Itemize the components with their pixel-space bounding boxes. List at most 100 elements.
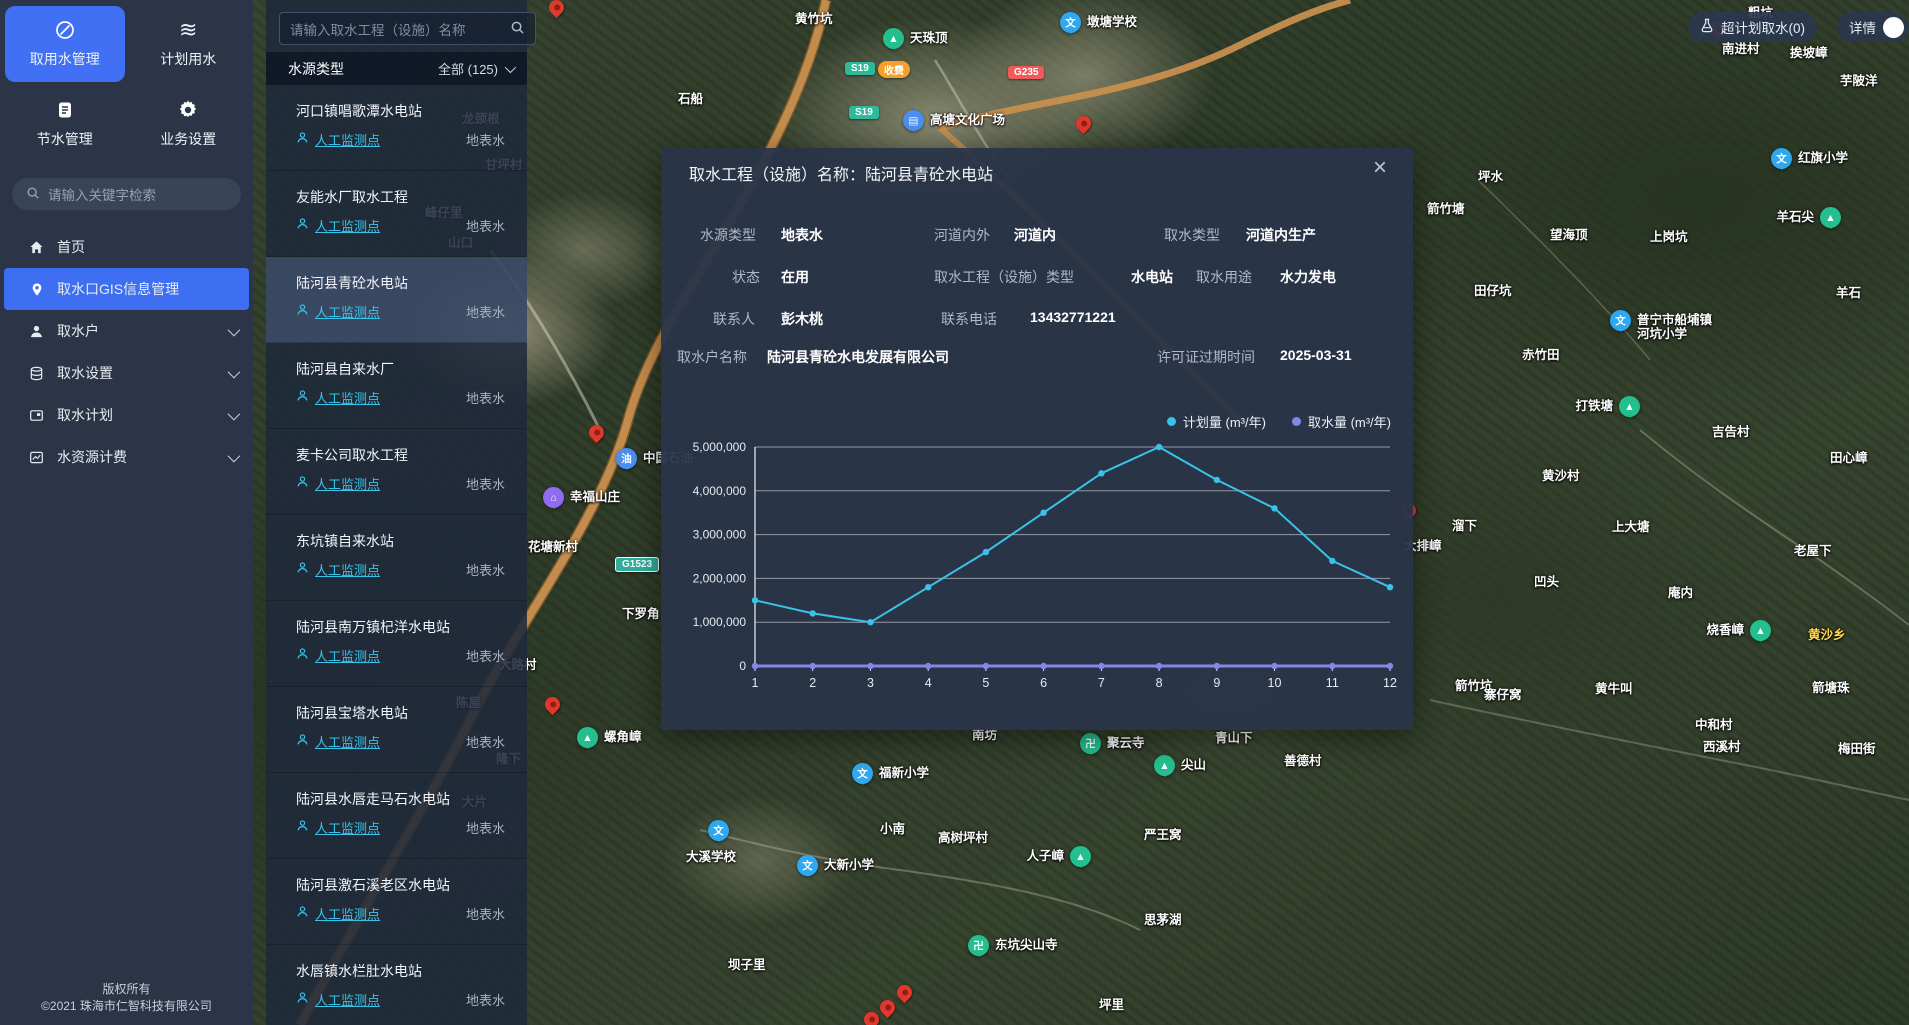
map-place-label: 箭塘珠: [1812, 677, 1850, 696]
station-list-item[interactable]: 麦卡公司取水工程人工监测点地表水: [266, 429, 527, 515]
person-icon: [296, 561, 309, 579]
mountain-marker-icon[interactable]: ▲: [1820, 207, 1841, 228]
road-badge: G235: [1008, 66, 1044, 79]
hotel-marker-icon[interactable]: ⌂: [543, 487, 564, 508]
map-poi-label: 大新小学: [824, 858, 874, 872]
toggle-knob-icon[interactable]: [1883, 17, 1904, 38]
monitor-point-link[interactable]: 人工监测点: [315, 474, 380, 493]
water-source-type: 地表水: [466, 646, 505, 665]
station-list-item[interactable]: 友能水厂取水工程人工监测点地表水: [266, 171, 527, 257]
mountain-marker-icon[interactable]: ▲: [1619, 396, 1640, 417]
temple-marker-icon[interactable]: 卍: [968, 935, 989, 956]
map-place-label: 上大塘: [1612, 516, 1650, 535]
temple-marker-icon[interactable]: 卍: [1080, 733, 1101, 754]
monitor-point-link[interactable]: 人工监测点: [315, 388, 380, 407]
detail-toggle[interactable]: 详情: [1837, 12, 1909, 42]
map-place-label: 黄沙乡: [1808, 624, 1846, 643]
mountain-marker-icon[interactable]: ▲: [1750, 620, 1771, 641]
pin-icon: [28, 281, 45, 298]
monitor-point-link[interactable]: 人工监测点: [315, 646, 380, 665]
station-list-item[interactable]: 陆河县激石溪老区水电站人工监测点地表水: [266, 859, 527, 945]
station-list-item[interactable]: 水唇镇水栏肚水电站人工监测点地表水: [266, 945, 527, 1025]
station-name: 陆河县南万镇杞洋水电站: [296, 617, 505, 637]
station-name: 麦卡公司取水工程: [296, 445, 505, 465]
sidebar-item-6[interactable]: 水资源计费: [0, 436, 253, 478]
school-marker-icon[interactable]: 文: [1610, 310, 1631, 331]
monitor-point-link[interactable]: 人工监测点: [315, 732, 380, 751]
app-tile-4[interactable]: 业务设置: [129, 86, 249, 162]
station-list-item[interactable]: 陆河县水唇走马石水电站人工监测点地表水: [266, 773, 527, 859]
app-tile-2[interactable]: ≋计划用水: [129, 6, 249, 82]
station-list-item[interactable]: 陆河县南万镇杞洋水电站人工监测点 地表水: [266, 601, 527, 687]
school-marker-icon[interactable]: 文: [852, 763, 873, 784]
map-poi-label: 红旗小学: [1798, 151, 1848, 165]
map-place-label: 花塘新村: [528, 536, 578, 555]
map-place-label: 寨仔窝: [1484, 684, 1522, 703]
monitor-point-link[interactable]: 人工监测点: [315, 130, 380, 149]
svg-text:7: 7: [1098, 676, 1105, 690]
search-icon[interactable]: [510, 20, 525, 38]
copyright-line2: ©2021 珠海市仁智科技有限公司: [0, 998, 253, 1015]
monitor-point-link[interactable]: 人工监测点: [315, 990, 380, 1009]
notebook-icon: [55, 99, 75, 121]
sidebar-item-label: 取水户: [57, 321, 99, 341]
mountain-marker-icon[interactable]: ▲: [1070, 846, 1091, 867]
map-place-label: 黄沙村: [1542, 465, 1580, 484]
app-tile-1[interactable]: 取用水管理: [5, 6, 125, 82]
sidebar-item-2[interactable]: 取水口GIS信息管理: [4, 268, 249, 310]
station-list-item[interactable]: 陆河县宝塔水电站人工监测点地表水: [266, 687, 527, 773]
gas-marker-icon[interactable]: 油: [616, 448, 637, 469]
map-place-label: 黄竹坑: [795, 8, 833, 27]
over-plan-intake-pill[interactable]: 超计划取水(0): [1688, 12, 1817, 42]
station-meta-row: 人工监测点 地表水: [296, 646, 505, 665]
sidebar-item-label: 取水口GIS信息管理: [57, 279, 179, 299]
water-source-type: 地表水: [466, 732, 505, 751]
monitor-point-link[interactable]: 人工监测点: [315, 560, 380, 579]
station-list-item[interactable]: 陆河县青砼水电站人工监测点地表水: [266, 257, 527, 343]
sidebar-item-5[interactable]: 取水计划: [0, 394, 253, 436]
water-source-type: 地表水: [466, 904, 505, 923]
sidebar-item-4[interactable]: 取水设置: [0, 352, 253, 394]
station-name: 水唇镇水栏肚水电站: [296, 961, 505, 981]
station-list-item[interactable]: 陆河县自来水厂人工监测点地表水: [266, 343, 527, 429]
sidebar-menu: 首页取水口GIS信息管理取水户取水设置取水计划水资源计费: [0, 226, 253, 478]
person-icon: [296, 819, 309, 837]
station-list-item[interactable]: 东坑镇自来水站人工监测点地表水: [266, 515, 527, 601]
sidebar-item-1[interactable]: 首页: [0, 226, 253, 268]
map-poi-label: 打铁塘: [1575, 399, 1613, 413]
keyword-search-input[interactable]: 请输入关键字检索: [12, 178, 241, 210]
card-icon: [28, 407, 45, 424]
mountain-marker-icon[interactable]: ▲: [1154, 755, 1175, 776]
station-list-item[interactable]: 河口镇唱歌潭水电站人工监测点地表水: [266, 85, 527, 171]
school-marker-icon[interactable]: 文: [1771, 148, 1792, 169]
svg-text:2: 2: [809, 676, 816, 690]
mountain-marker-icon[interactable]: ▲: [883, 28, 904, 49]
station-search-input[interactable]: 请输入取水工程（设施）名称: [279, 12, 536, 45]
filter-value-dropdown[interactable]: 全部 (125): [438, 59, 513, 78]
person-icon: [296, 991, 309, 1009]
map-poi-label: 聚云寺: [1107, 736, 1145, 750]
building-marker-icon[interactable]: ▤: [903, 110, 924, 131]
app-tiles: 取用水管理≋计划用水节水管理业务设置: [0, 0, 253, 164]
chevron-down-icon: [228, 449, 241, 462]
sidebar-item-3[interactable]: 取水户: [0, 310, 253, 352]
monitor-point-link[interactable]: 人工监测点: [315, 302, 380, 321]
map-place-label: 羊石: [1836, 282, 1861, 301]
app-tile-3[interactable]: 节水管理: [5, 86, 125, 162]
school-marker-icon[interactable]: 文: [1060, 12, 1081, 33]
monitor-point-link[interactable]: 人工监测点: [315, 818, 380, 837]
svg-text:9: 9: [1213, 676, 1220, 690]
map-poi-label: 高塘文化广场: [930, 113, 1005, 127]
station-meta-row: 人工监测点地表水: [296, 302, 505, 321]
map-place-label: 小南: [880, 818, 905, 837]
station-meta-row: 人工监测点 地表水: [296, 732, 505, 751]
svg-text:3: 3: [867, 676, 874, 690]
school-marker-icon[interactable]: 文: [797, 855, 818, 876]
monitor-point-link[interactable]: 人工监测点: [315, 216, 380, 235]
monitor-point-link[interactable]: 人工监测点: [315, 904, 380, 923]
water-source-type: 地表水: [466, 560, 505, 579]
station-panel: 请输入取水工程（设施）名称 水源类型 全部 (125) 河口镇唱歌潭水电站人工监…: [266, 0, 527, 1025]
mountain-marker-icon[interactable]: ▲: [577, 727, 598, 748]
school-marker-icon[interactable]: 文: [708, 820, 729, 841]
svg-text:4: 4: [925, 676, 932, 690]
